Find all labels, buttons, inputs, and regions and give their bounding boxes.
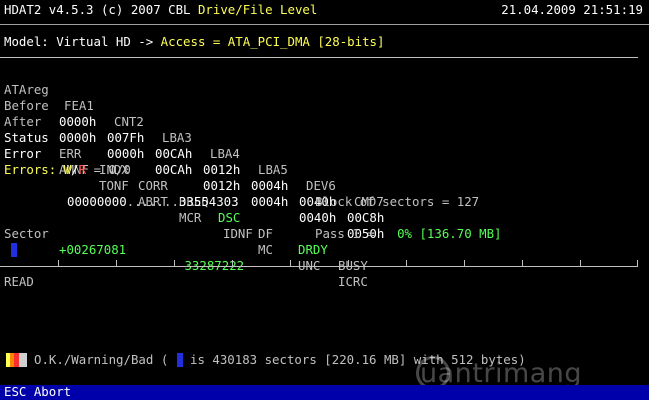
scale-tick [116,260,117,266]
cell: 00CAh [155,162,193,177]
col-fea1: FEA1 [64,98,94,113]
sector-current: +00267081 [59,242,127,257]
cell: 0012h [203,178,241,193]
legend-block-icon [177,353,183,367]
cell: 0004h [251,194,289,209]
progress-cursor [11,243,17,257]
block-of-sectors: Block of sectors = 127 [315,194,480,209]
scale-tick [174,260,175,266]
model-label: Model: Virtual HD -> [4,34,154,49]
scale-tick [522,260,523,266]
pass-label: Pass 1 = [315,226,375,241]
operation-label: READ [4,274,34,289]
scale-tick [58,260,59,266]
ata-error-row: Error AMNF TONF ABRT MCR IDNF MC UNC ICR… [4,130,368,289]
col-dev6: DEV6 [306,178,336,193]
ata-after-row: After 0000h 0000h 00CAh 0012h 0004h 0040… [4,98,384,241]
errors-r: R [78,162,87,177]
range-start: 00000000 [67,194,127,209]
progress-scale-line [0,266,638,267]
cell: 0000h [59,130,97,145]
col-cnt2: CNT2 [114,114,144,129]
cell: 0000h [107,146,145,161]
sector-line: Sector +00267081 -33287222 [4,210,244,273]
scale-tick [464,260,465,266]
flag-tonf: TONF [99,178,129,193]
errors-slash: / [71,162,79,177]
flag-mcr: MCR [179,210,202,225]
flag-err: ERR [59,146,82,161]
col-lba5: LBA5 [258,162,288,177]
range-end: 33554303 [178,194,239,209]
cell: 0004h [251,178,289,193]
cell: 007Fh [107,130,145,145]
legend-text-prefix: O.K./Warning/Bad ( [34,352,169,367]
flag-drdy: DRDY [298,242,328,257]
cell: 00CAh [155,146,193,161]
sector-range: 00000000.......33554303 [67,194,239,210]
flag-icrc: ICRC [338,274,368,289]
scale-tick [290,260,291,266]
row-label: Error [4,146,42,161]
esc-abort-hint[interactable]: ESC Abort [4,384,71,400]
scale-tick [406,260,407,266]
model-divider [0,57,638,58]
sector-label: Sector [4,226,49,241]
cell: 0012h [203,162,241,177]
scale-tick [232,260,233,266]
model-line: Model: Virtual HD -> Access = ATA_PCI_DM… [4,34,384,50]
cell: 00C8h [347,210,385,225]
cell: 0040h [299,210,337,225]
bottom-status-bar: ESC Abort [0,384,649,400]
header-line: HDAT2 v4.5.3 (c) 2007 CBL Drive/File Lev… [4,2,317,18]
cell: 0000h [59,114,97,129]
errors-line: Errors: W/R = 0/0 [4,162,131,178]
range-dots: ....... [126,194,179,209]
flag-mc: MC [258,242,273,257]
datetime: 21.04.2009 21:51:19 [501,2,643,17]
program-title: HDAT2 v4.5.3 (c) 2007 CBL [4,2,191,17]
flag-corr: CORR [138,178,168,193]
access-mode: Access = ATA_PCI_DMA [28-bits] [160,34,385,49]
pass-line: Pass 1 = 0% [136.70 MB] [315,226,502,242]
hdat2-console-screen: HDAT2 v4.5.3 (c) 2007 CBL Drive/File Lev… [0,0,649,400]
flag-dsc: DSC [218,210,241,225]
ata-before-row: Before 0000h 007Fh 00CAh 0012h 0004h 004… [4,82,384,225]
ata-status-row: Status ERR INDX CORR DREQ DSC DF DRDY BU… [4,114,368,273]
scale-tick [348,260,349,266]
errors-value: = 0/0 [93,162,131,177]
header-divider [0,24,649,25]
col-lba4: LBA4 [210,146,240,161]
errors-label: Errors: [4,162,57,177]
flag-df: DF [258,226,273,241]
mode-label: Drive/File Level [197,2,318,17]
scale-tick [637,260,638,266]
flag-idnf: IDNF [223,226,253,241]
pass-value: 0% [136.70 MB] [397,226,502,241]
ata-header-row: ATAreg FEA1 CNT2 LBA3 LBA4 LBA5 DEV6 CMD… [4,66,384,209]
scale-tick [580,260,581,266]
col-lba3: LBA3 [162,130,192,145]
legend-unknown-swatch [19,353,27,367]
